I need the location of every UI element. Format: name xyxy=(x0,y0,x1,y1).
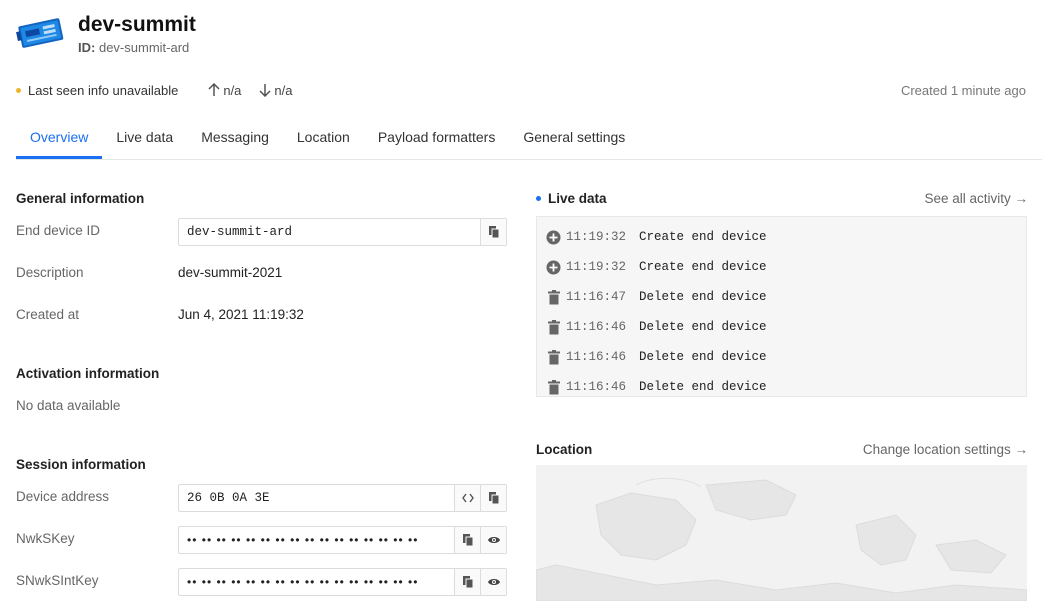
toggle-format-button[interactable] xyxy=(454,485,480,511)
event-time: 11:19:32 xyxy=(566,230,627,244)
arrow-up-icon xyxy=(208,83,220,96)
list-item[interactable]: 11:16:46 Delete end device xyxy=(537,312,1026,342)
nwkskey-value[interactable]: •• •• •• •• •• •• •• •• •• •• •• •• •• •… xyxy=(179,533,454,547)
activation-info-title: Activation information xyxy=(16,366,160,381)
device-id-line: ID: dev-summit-ard xyxy=(78,40,196,55)
live-data-title: Live data xyxy=(536,191,607,206)
description-label: Description xyxy=(16,265,84,280)
event-text: Delete end device xyxy=(639,350,767,364)
created-ago: Created 1 minute ago xyxy=(900,82,1026,98)
trash-icon xyxy=(545,379,562,396)
plus-circle-icon xyxy=(545,229,562,246)
list-item[interactable]: 11:19:32 Create end device xyxy=(537,252,1026,282)
live-data-label: Live data xyxy=(548,191,607,206)
device-board-icon xyxy=(16,17,64,48)
location-title: Location xyxy=(536,442,593,457)
copy-icon xyxy=(488,492,499,505)
copy-icon xyxy=(462,576,473,589)
device-address-value[interactable]: 26 0B 0A 3E xyxy=(179,491,454,505)
tab-location[interactable]: Location xyxy=(283,118,364,159)
device-id-label: ID: xyxy=(78,40,96,55)
tab-payload-formatters[interactable]: Payload formatters xyxy=(364,118,510,159)
tab-overview[interactable]: Overview xyxy=(16,118,103,159)
trash-icon xyxy=(545,289,562,306)
created-at-label: Created at xyxy=(16,307,80,322)
eye-icon xyxy=(487,537,500,543)
end-device-id-field: dev-summit-ard xyxy=(178,218,507,246)
downlink-count: n/a xyxy=(274,82,293,98)
uplink-count: n/a xyxy=(223,82,242,98)
event-text: Delete end device xyxy=(639,290,767,304)
snwksintkey-label: SNwkSIntKey xyxy=(16,573,99,588)
event-time: 11:16:46 xyxy=(566,350,627,364)
event-time: 11:16:46 xyxy=(566,380,627,394)
list-item[interactable]: 11:16:46 Delete end device xyxy=(537,342,1026,372)
event-time: 11:19:32 xyxy=(566,260,627,274)
tab-messaging[interactable]: Messaging xyxy=(187,118,283,159)
code-icon xyxy=(461,493,474,503)
copy-button[interactable] xyxy=(480,485,506,511)
end-device-id-value[interactable]: dev-summit-ard xyxy=(179,225,480,239)
list-item[interactable]: 11:16:46 Delete end device xyxy=(537,372,1026,402)
nwkskey-label: NwkSKey xyxy=(16,531,75,546)
session-info-title: Session information xyxy=(16,457,146,472)
status-dot xyxy=(16,87,21,93)
downlink-stat: n/a xyxy=(259,82,293,98)
nwkskey-field: •• •• •• •• •• •• •• •• •• •• •• •• •• •… xyxy=(178,526,507,554)
trash-icon xyxy=(545,319,562,336)
end-device-id-label: End device ID xyxy=(16,223,101,238)
event-text: Create end device xyxy=(639,230,767,244)
copy-button[interactable] xyxy=(454,569,480,595)
copy-button[interactable] xyxy=(480,219,506,245)
change-location-link[interactable]: Change location settings → xyxy=(863,442,1028,457)
snwksintkey-field: •• •• •• •• •• •• •• •• •• •• •• •• •• •… xyxy=(178,568,507,596)
description-value: dev-summit-2021 xyxy=(178,265,283,280)
live-dot xyxy=(536,196,541,201)
device-header: dev-summit ID: dev-summit-ard xyxy=(16,12,196,55)
device-address-field: 26 0B 0A 3E xyxy=(178,484,507,512)
general-info-title: General information xyxy=(16,191,145,206)
tab-live-data[interactable]: Live data xyxy=(102,118,187,159)
copy-icon xyxy=(462,534,473,547)
page-title: dev-summit xyxy=(78,13,196,36)
last-seen-text: Last seen info unavailable xyxy=(28,82,179,98)
activation-empty-text: No data available xyxy=(16,398,121,413)
tab-bar: Overview Live data Messaging Location Pa… xyxy=(16,118,1042,160)
device-id-value: dev-summit-ard xyxy=(98,40,190,55)
trash-icon xyxy=(545,349,562,366)
plus-circle-icon xyxy=(545,259,562,276)
event-text: Create end device xyxy=(639,260,767,274)
show-key-button[interactable] xyxy=(480,569,506,595)
activity-list: 11:19:32 Create end device 11:19:32 Crea… xyxy=(536,216,1027,397)
eye-icon xyxy=(487,579,500,585)
tab-general-settings[interactable]: General settings xyxy=(509,118,639,159)
event-time: 11:16:47 xyxy=(566,290,627,304)
device-address-label: Device address xyxy=(16,489,110,504)
copy-button[interactable] xyxy=(454,527,480,553)
arrow-down-icon xyxy=(259,84,271,97)
created-at-value: Jun 4, 2021 11:19:32 xyxy=(178,307,304,322)
list-item[interactable]: 11:19:32 Create end device xyxy=(537,222,1026,252)
show-key-button[interactable] xyxy=(480,527,506,553)
status-bar: Last seen info unavailable n/a n/a Creat… xyxy=(16,80,1026,100)
map-tiles xyxy=(536,465,1027,601)
event-text: Delete end device xyxy=(639,380,767,394)
see-all-activity-link[interactable]: See all activity → xyxy=(924,191,1028,206)
uplink-stat: n/a xyxy=(208,83,241,98)
snwksintkey-value[interactable]: •• •• •• •• •• •• •• •• •• •• •• •• •• •… xyxy=(179,575,454,589)
list-item[interactable]: 11:16:47 Delete end device xyxy=(537,282,1026,312)
event-text: Delete end device xyxy=(639,320,767,334)
copy-icon xyxy=(488,226,499,239)
event-time: 11:16:46 xyxy=(566,320,627,334)
location-map[interactable] xyxy=(536,465,1027,601)
